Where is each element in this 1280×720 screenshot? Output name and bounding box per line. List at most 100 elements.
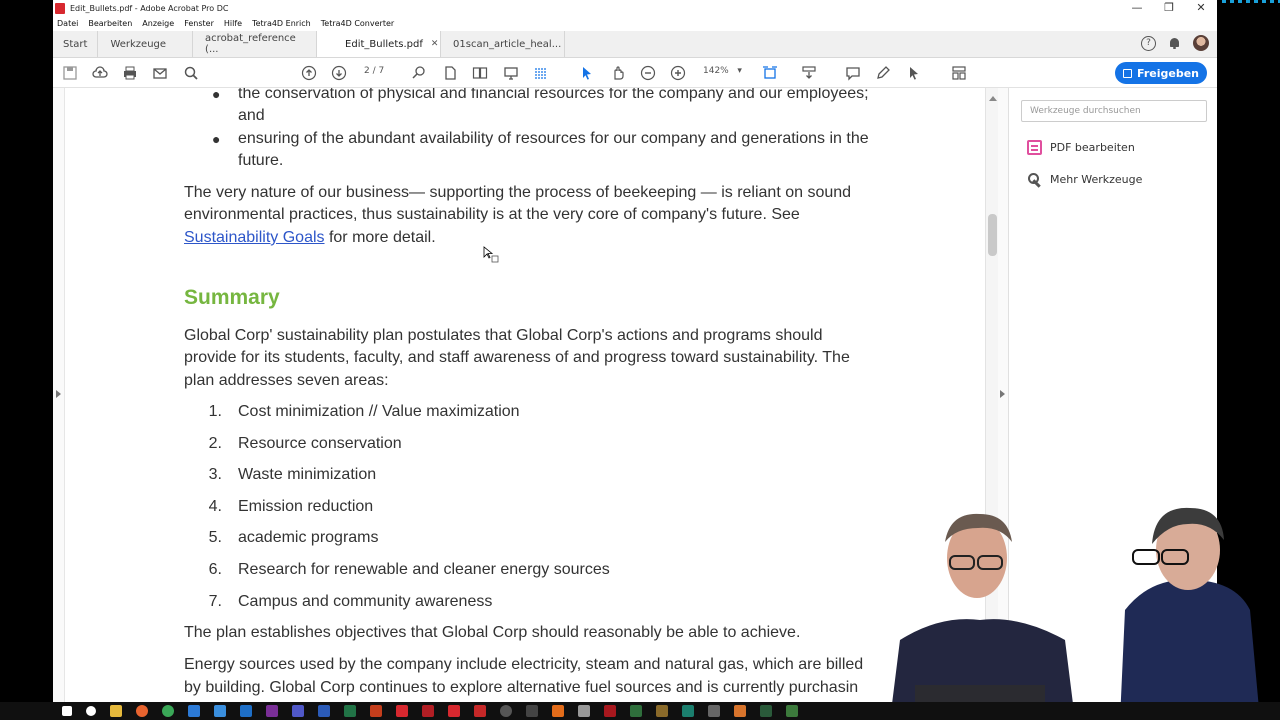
page-up-icon[interactable] [301,65,317,81]
onenote-icon[interactable] [266,705,278,717]
menu-hilfe[interactable]: Hilfe [224,19,242,28]
search-icon[interactable] [183,65,199,81]
item-number: 7. [208,593,222,610]
print-icon[interactable] [122,65,138,81]
select-icon[interactable] [579,65,595,81]
paragraph-line: by building. Global Corp continues to ex… [184,679,859,696]
word-icon[interactable] [318,705,330,717]
restore-button[interactable]: ❐ [1153,0,1185,16]
share-button[interactable]: Freigeben [1115,62,1207,84]
paragraph-line: The plan establishes objectives that Glo… [184,624,801,641]
captivate-icon[interactable] [760,705,772,717]
app-icon[interactable] [786,705,798,717]
hand-icon[interactable] [610,65,626,81]
screen: Edit_Bullets.pdf - Adobe Acrobat Pro DC … [0,0,1280,720]
keyboard-scroll-icon[interactable] [801,65,817,81]
powerpoint-icon[interactable] [370,705,382,717]
item-number: 6. [208,561,222,578]
sustainability-goals-link[interactable]: Sustainability Goals [184,229,325,246]
item-text: Resource conservation [238,435,402,452]
expand-left-icon[interactable] [56,390,61,398]
tab-doc-acrobat-reference[interactable]: acrobat_reference (... [193,31,318,57]
comment-icon[interactable] [845,65,861,81]
bullet-icon: ● [212,88,221,102]
outlook-icon[interactable] [240,705,252,717]
single-page-icon[interactable] [442,65,458,81]
presentation-icon[interactable] [503,65,519,81]
minimize-button[interactable]: — [1121,0,1153,16]
page-current[interactable]: 2 [364,66,370,76]
tab-doc-01scan[interactable]: 01scan_article_heal... [441,31,566,57]
teams-icon[interactable] [292,705,304,717]
page-indicator[interactable]: 2 / 7 [364,66,384,76]
zoom-select[interactable]: 142% ▾ [703,66,742,76]
acrobat-icon[interactable] [396,705,408,717]
menu-bearbeiten[interactable]: Bearbeiten [88,19,132,28]
edge-icon[interactable] [188,705,200,717]
zoom-out-icon[interactable] [640,65,656,81]
zoom-selection-icon[interactable] [411,65,427,81]
menu-bar: Datei Bearbeiten Anzeige Fenster Hilfe T… [53,16,1217,31]
zoom-in-icon[interactable] [670,65,686,81]
close-window-button[interactable]: ✕ [1185,0,1217,16]
bell-icon[interactable] [1168,37,1181,50]
tab-doc-edit-bullets[interactable]: Edit_Bullets.pdf ✕ [317,31,442,57]
pointer-icon[interactable] [906,65,922,81]
menu-fenster[interactable]: Fenster [184,19,214,28]
scroll-mode-icon[interactable] [533,65,549,81]
acrobat-dc-icon[interactable] [422,705,434,717]
tab-tools[interactable]: Werkzeuge [98,31,194,57]
item-text: Emission reduction [238,498,374,515]
collapse-right-icon[interactable] [1000,390,1005,398]
item-text: Cost minimization // Value maximization [238,403,520,420]
window-controls: — ❐ ✕ [1121,0,1217,16]
acrobat-reader-icon[interactable] [448,705,460,717]
app-icon[interactable] [708,705,720,717]
app-icon[interactable] [552,705,564,717]
upload-icon[interactable] [92,65,108,81]
app-icon[interactable] [604,705,616,717]
tools-panel-icon[interactable] [951,65,967,81]
file-explorer-icon[interactable] [110,705,122,717]
search-icon[interactable] [86,706,96,716]
pdf-app-icon[interactable] [474,705,486,717]
avatar[interactable] [1193,35,1209,51]
ie-icon[interactable] [214,705,226,717]
chrome-icon[interactable] [162,705,174,717]
app-icon[interactable] [630,705,642,717]
menu-datei[interactable]: Datei [57,19,78,28]
menu-tetra4d-converter[interactable]: Tetra4D Converter [321,19,394,28]
acrobat-logo-icon [55,2,65,14]
menu-anzeige[interactable]: Anzeige [142,19,174,28]
fit-page-icon[interactable] [762,65,778,81]
left-panel-toggle[interactable] [53,88,65,702]
robohelp-icon[interactable] [682,705,694,717]
menu-tetra4d-enrich[interactable]: Tetra4D Enrich [252,19,311,28]
item-text: Research for renewable and cleaner energ… [238,561,610,578]
scroll-thumb[interactable] [988,214,997,256]
list-item: 3. Waste minimization [184,464,904,486]
close-tab-icon[interactable]: ✕ [431,39,439,49]
tab-start[interactable]: Start [53,31,99,57]
save-icon[interactable] [62,65,78,81]
page-down-icon[interactable] [331,65,347,81]
two-page-icon[interactable] [472,65,488,81]
section-heading: Summary [184,286,280,309]
pdf-edit-tool[interactable]: PDF bearbeiten [1027,140,1135,155]
scroll-up-icon[interactable] [989,96,997,101]
more-tools[interactable]: Mehr Werkzeuge [1027,172,1142,187]
tools-search-input[interactable]: Werkzeuge durchsuchen [1021,100,1207,122]
app-icon[interactable] [526,705,538,717]
mail-icon[interactable] [152,65,168,81]
windows-start-icon[interactable] [62,706,72,716]
pdf-page: ● the conservation of physical and financ… [184,88,904,702]
app-icon[interactable] [500,705,512,717]
paragraph-line: plan addresses seven areas: [184,372,389,389]
app-icon[interactable] [578,705,590,717]
excel-icon[interactable] [344,705,356,717]
app-icon[interactable] [734,705,746,717]
pen-icon[interactable] [875,65,891,81]
firefox-icon[interactable] [136,705,148,717]
help-icon[interactable]: ? [1141,35,1156,51]
bridge-icon[interactable] [656,705,668,717]
